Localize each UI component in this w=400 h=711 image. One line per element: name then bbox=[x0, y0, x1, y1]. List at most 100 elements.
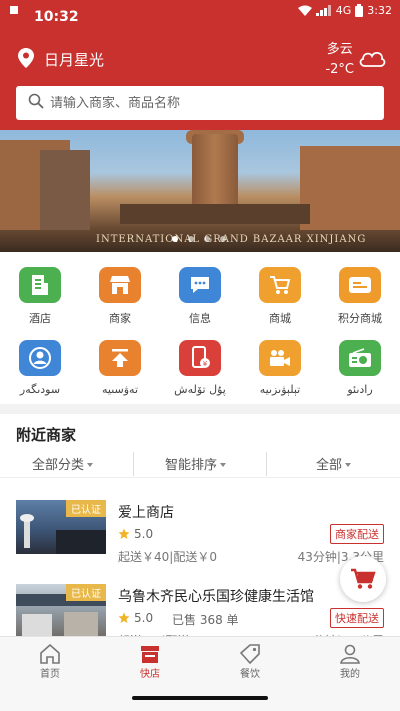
radio-icon bbox=[339, 340, 381, 376]
shop-rating: 5.0 bbox=[118, 527, 153, 541]
cart-button[interactable] bbox=[340, 556, 386, 602]
verified-tag: 已认证 bbox=[66, 500, 106, 517]
chevron-down-icon bbox=[345, 463, 352, 467]
category-hotel[interactable]: 酒店 bbox=[0, 267, 80, 326]
tab-dining[interactable]: 餐饮 bbox=[210, 643, 290, 680]
weather-temperature: -2°C bbox=[325, 62, 354, 77]
banner-dot bbox=[220, 236, 226, 242]
delivery-badge: 快速配送 bbox=[330, 608, 384, 628]
star-icon bbox=[118, 612, 130, 623]
banner-dot bbox=[172, 236, 178, 242]
category-recommend-ug[interactable]: تەۋسىيە bbox=[80, 340, 160, 396]
signal-icon bbox=[315, 5, 332, 16]
category-grid: 酒店 商家 信息 商城 积分商城 سودىگەر تەۋسىيە ¥ پۇل ت… bbox=[0, 252, 400, 404]
shop-card[interactable]: 已认证 爱上商店 5.0 商家配送 起送￥40|配送￥0 43分钟|3.3公里 bbox=[0, 498, 400, 574]
category-shop[interactable]: 商家 bbox=[80, 267, 160, 326]
tab-label: 首页 bbox=[40, 669, 60, 680]
category-label: سودىگەر bbox=[19, 383, 61, 396]
tab-label: 餐饮 bbox=[240, 669, 260, 680]
thumb-tower bbox=[24, 518, 30, 548]
banner-tower bbox=[192, 134, 238, 214]
search-icon bbox=[28, 93, 44, 113]
notification-icon bbox=[10, 6, 18, 14]
payment-icon: ¥ bbox=[179, 340, 221, 376]
tab-profile[interactable]: 我的 bbox=[310, 643, 390, 680]
up-arrow-icon bbox=[99, 340, 141, 376]
shop-thumbnail: 已认证 bbox=[16, 584, 106, 638]
tag-icon bbox=[210, 643, 290, 665]
store-icon bbox=[110, 643, 190, 665]
thumb-tower-top bbox=[20, 514, 34, 522]
category-mall[interactable]: 商城 bbox=[240, 267, 320, 326]
nearby-title: 附近商家 bbox=[16, 426, 77, 444]
verified-tag: 已认证 bbox=[66, 584, 106, 601]
profile-icon bbox=[310, 643, 390, 665]
header: 10:32 4G 3:32 日月星光 多云 -2°C bbox=[0, 0, 400, 130]
category-label: تەۋسىيە bbox=[101, 383, 139, 396]
category-tv-ug[interactable]: تېلېۋىزىيە bbox=[240, 340, 320, 396]
tab-label: 我的 bbox=[340, 669, 360, 680]
tab-home[interactable]: 首页 bbox=[10, 643, 90, 680]
shop-thumbnail: 已认证 bbox=[16, 500, 106, 554]
search-input[interactable] bbox=[50, 95, 370, 111]
filter-category[interactable]: 全部分类 bbox=[32, 454, 94, 473]
status-bar: 10:32 4G 3:32 bbox=[0, 0, 400, 36]
category-radio-ug[interactable]: رادىئو bbox=[320, 340, 400, 396]
thumb-window bbox=[22, 614, 52, 638]
category-message[interactable]: 信息 bbox=[160, 267, 240, 326]
category-label: 酒店 bbox=[29, 312, 51, 325]
filter-label: 智能排序 bbox=[165, 458, 218, 473]
battery-icon bbox=[355, 4, 364, 17]
banner-plaza bbox=[120, 204, 310, 224]
nearby-section: 附近商家 全部分类 智能排序 全部 已认证 爱上商店 5.0 商家配送 起送￥4… bbox=[0, 414, 400, 658]
chevron-down-icon bbox=[87, 463, 94, 467]
shop-name: 爱上商店 bbox=[118, 505, 174, 521]
banner-dot bbox=[188, 236, 194, 242]
battery-time: 3:32 bbox=[367, 4, 392, 17]
message-icon bbox=[179, 267, 221, 303]
tab-label: 快店 bbox=[140, 669, 160, 680]
cart-icon bbox=[259, 267, 301, 303]
shop-sold-count: 已售 368 单 bbox=[172, 613, 239, 627]
cart-icon bbox=[351, 568, 376, 589]
bottom-tab-bar: 首页 快店 餐饮 我的 bbox=[0, 636, 400, 686]
category-label: 商城 bbox=[269, 312, 291, 325]
location-name[interactable]: 日月星光 bbox=[44, 49, 104, 70]
video-icon bbox=[259, 340, 301, 376]
filter-label: 全部分类 bbox=[32, 458, 85, 473]
home-indicator-bar bbox=[132, 696, 268, 700]
filter-sort[interactable]: 智能排序 bbox=[165, 454, 227, 473]
category-points-mall[interactable]: 积分商城 bbox=[320, 267, 400, 326]
star-icon bbox=[118, 528, 130, 539]
weather-condition: 多云 bbox=[326, 42, 353, 57]
status-indicators: 4G 3:32 bbox=[297, 4, 392, 17]
weather-info: 多云 -2°C bbox=[325, 40, 354, 80]
network-type: 4G bbox=[335, 4, 352, 17]
rating-value: 5.0 bbox=[134, 611, 154, 625]
thumb-window bbox=[64, 612, 98, 638]
chevron-down-icon bbox=[220, 463, 227, 467]
category-label: 积分商城 bbox=[338, 312, 382, 325]
thumb-crowd bbox=[56, 530, 106, 554]
location-pin-icon[interactable] bbox=[18, 48, 34, 72]
location-row: 日月星光 多云 -2°C bbox=[0, 40, 400, 78]
category-merchant-ug[interactable]: سودىگەر bbox=[0, 340, 80, 396]
category-label: رادىئو bbox=[347, 383, 373, 396]
wifi-icon bbox=[297, 5, 312, 16]
filter-bar: 全部分类 智能排序 全部 bbox=[0, 450, 400, 478]
category-label: 商家 bbox=[109, 312, 131, 325]
home-indicator bbox=[0, 686, 400, 711]
tab-store[interactable]: 快店 bbox=[110, 643, 190, 680]
status-time: 10:32 bbox=[34, 9, 79, 25]
search-bar[interactable] bbox=[16, 86, 384, 120]
filter-all[interactable]: 全部 bbox=[316, 454, 352, 473]
category-payment-ug[interactable]: ¥ پۇل تۆلەش bbox=[160, 340, 240, 396]
banner-carousel[interactable]: INTERNATIONAL GRAND BAZAAR XINJIANG bbox=[0, 130, 400, 252]
shop-rating: 5.0 bbox=[118, 611, 153, 625]
banner-indicator bbox=[172, 236, 226, 242]
banner-dot bbox=[204, 236, 210, 242]
shop-delivery-fees: 起送￥40|配送￥0 bbox=[118, 550, 217, 564]
banner-building bbox=[40, 150, 90, 230]
shop-name: 乌鲁木齐民心乐国珍健康生活馆 bbox=[118, 589, 314, 605]
shop-icon bbox=[99, 267, 141, 303]
